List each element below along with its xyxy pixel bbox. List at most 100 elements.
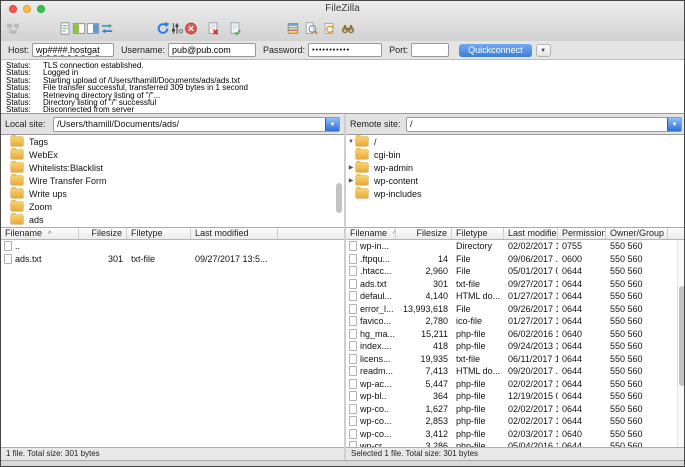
file-permissions: 0644 (558, 341, 606, 351)
file-row[interactable]: ads.txt 301 txt-file 09/27/2017 13:5... (1, 253, 344, 266)
file-modified: 09/06/2017 ... (504, 254, 558, 264)
file-modified: 02/02/2017 1... (504, 379, 558, 389)
column-header-filetype[interactable]: Filetype (127, 228, 191, 239)
local-treeview-icon[interactable] (72, 20, 86, 36)
file-row[interactable]: wp-co.. 1,627 php-file 02/02/2017 1... 0… (346, 403, 685, 416)
find-files-icon[interactable] (341, 20, 355, 36)
local-site-label: Local site: (5, 119, 46, 129)
tree-item[interactable]: WebEx (1, 148, 344, 161)
remote-list-scrollbar-track[interactable] (677, 240, 685, 447)
tree-item[interactable]: ads (1, 213, 344, 226)
tree-item-label: cgi-bin (372, 150, 403, 160)
file-row[interactable]: licens... 19,935 txt-file 06/11/2017 1..… (346, 353, 685, 366)
local-site-dropdown-button[interactable]: ▼ (325, 117, 340, 132)
tree-item[interactable]: Write ups (1, 187, 344, 200)
file-row[interactable]: wp-ac... 5,447 php-file 02/02/2017 1... … (346, 378, 685, 391)
password-input[interactable]: ••••••••••• (308, 43, 382, 57)
file-row[interactable]: index.... 418 php-file 09/24/2013 1... 0… (346, 340, 685, 353)
file-type: txt-file (127, 254, 191, 264)
disconnect-icon[interactable] (206, 20, 220, 36)
remote-site-combobox[interactable]: / ▼ (406, 117, 682, 132)
directory-comparison-icon[interactable] (304, 20, 318, 36)
file-row[interactable]: .htacc... 2,960 File 05/01/2017 0... 064… (346, 265, 685, 278)
file-icon (4, 241, 12, 251)
process-queue-icon[interactable] (170, 20, 184, 36)
file-row[interactable]: wp-co... 2,853 php-file 02/02/2017 1... … (346, 415, 685, 428)
username-input[interactable]: pub@pub.com (168, 43, 256, 57)
column-header-filetype[interactable]: Filetype (452, 228, 504, 239)
remote-site-dropdown-button[interactable]: ▼ (667, 117, 682, 132)
column-header-permissions[interactable]: Permissions (558, 228, 606, 239)
file-row[interactable]: wp-co... 3,412 php-file 02/03/2017 1... … (346, 428, 685, 441)
disclosure-arrow[interactable]: ▼ (346, 139, 356, 145)
column-header-filesize[interactable]: Filesize (79, 228, 127, 239)
quickconnect-button[interactable]: Quickconnect (459, 44, 532, 57)
tree-item[interactable]: Wire Transfer Form (1, 174, 344, 187)
column-header-filename[interactable]: Filename^ (346, 228, 396, 239)
tree-item[interactable]: Tags (1, 135, 344, 148)
quickconnect-bar: Host: wp####.hostgat Username: pub@pub.c… (1, 41, 684, 60)
file-row[interactable]: favico... 2,780 ico-file 01/27/2017 1...… (346, 315, 685, 328)
quickconnect-dropdown-button[interactable]: ▼ (536, 44, 551, 57)
file-icon (349, 291, 357, 301)
disclosure-arrow[interactable]: ▶ (346, 164, 356, 171)
directory-listing-filter-icon[interactable] (286, 20, 300, 36)
synchronized-browsing-icon[interactable] (322, 20, 336, 36)
tree-item[interactable]: ▶ wp-admin (346, 161, 685, 174)
log-line-message: Disconnected from server (43, 106, 134, 113)
column-header-owner-group[interactable]: Owner/Group (606, 228, 668, 239)
cancel-icon[interactable] (184, 20, 198, 36)
file-size: 2,960 (396, 266, 452, 276)
file-owner-group: 550 560 (606, 316, 668, 326)
file-size: 13,993,618 (396, 304, 452, 314)
file-row[interactable]: defaul... 4,140 HTML do... 01/27/2017 1.… (346, 290, 685, 303)
file-size: 4,140 (396, 291, 452, 301)
tree-item[interactable]: cgi-bin (346, 148, 685, 161)
file-row[interactable]: readm... 7,413 HTML do... 09/20/2017 ...… (346, 365, 685, 378)
reconnect-icon[interactable] (228, 20, 242, 36)
file-icon (349, 416, 357, 426)
tree-item[interactable]: ▼ / (346, 135, 685, 148)
local-site-combobox[interactable]: /Users/thamill/Documents/ads/ ▼ (53, 117, 340, 132)
remote-list-scrollbar[interactable] (679, 286, 685, 386)
port-input[interactable] (411, 43, 449, 57)
disclosure-arrow[interactable]: ▶ (346, 177, 356, 184)
tree-item[interactable]: wp-includes (346, 187, 685, 200)
host-input[interactable]: wp####.hostgat (32, 43, 114, 57)
column-header-last-modified[interactable]: Last modified (191, 228, 278, 239)
file-row[interactable]: ads.txt 301 txt-file 09/27/2017 1... 064… (346, 278, 685, 291)
file-row[interactable]: wp-bl.. 364 php-file 12/19/2015 0... 064… (346, 390, 685, 403)
folder-icon (356, 137, 368, 146)
folder-icon (11, 137, 23, 146)
file-type: HTML do... (452, 291, 504, 301)
file-row[interactable]: wp-in... Directory 02/02/2017 1... 0755 … (346, 240, 685, 253)
file-permissions: 0644 (558, 404, 606, 414)
site-manager-icon[interactable] (6, 20, 20, 36)
file-permissions: 0644 (558, 291, 606, 301)
tree-item[interactable]: Zoom (1, 200, 344, 213)
file-owner-group: 550 560 (606, 291, 668, 301)
tree-item[interactable]: Whitelists:Blacklist (1, 161, 344, 174)
column-header-last-modified[interactable]: Last modified (504, 228, 558, 239)
file-name: error_l... (360, 304, 394, 314)
file-name: wp-ac... (360, 379, 392, 389)
remote-site-bar: Remote site: / ▼ (346, 114, 685, 134)
remote-treeview-icon[interactable] (86, 20, 100, 36)
file-row[interactable]: error_l... 13,993,618 File 09/26/2017 1.… (346, 303, 685, 316)
file-name: licens... (360, 354, 391, 364)
file-row[interactable]: hg_ma... 15,211 php-file 06/02/2016 1...… (346, 328, 685, 341)
tree-item[interactable]: ▶ wp-content (346, 174, 685, 187)
remote-file-list: wp-in... Directory 02/02/2017 1... 0755 … (346, 240, 685, 447)
panel-divider[interactable] (344, 114, 346, 458)
message-log-icon[interactable] (58, 20, 72, 36)
file-row[interactable]: wp-cr... 3,286 php-file 05/04/2016 1... … (346, 440, 685, 447)
file-type: php-file (452, 404, 504, 414)
column-header-filesize[interactable]: Filesize (396, 228, 452, 239)
refresh-icon[interactable] (156, 20, 170, 36)
local-tree-scrollbar[interactable] (336, 183, 342, 213)
file-row[interactable]: .. (1, 240, 344, 253)
column-header-filename[interactable]: Filename^ (1, 228, 79, 239)
file-row[interactable]: .ftpqu... 14 File 09/06/2017 ... 0600 55… (346, 253, 685, 266)
transfer-queue-icon[interactable] (100, 20, 114, 36)
file-permissions: 0640 (558, 429, 606, 439)
